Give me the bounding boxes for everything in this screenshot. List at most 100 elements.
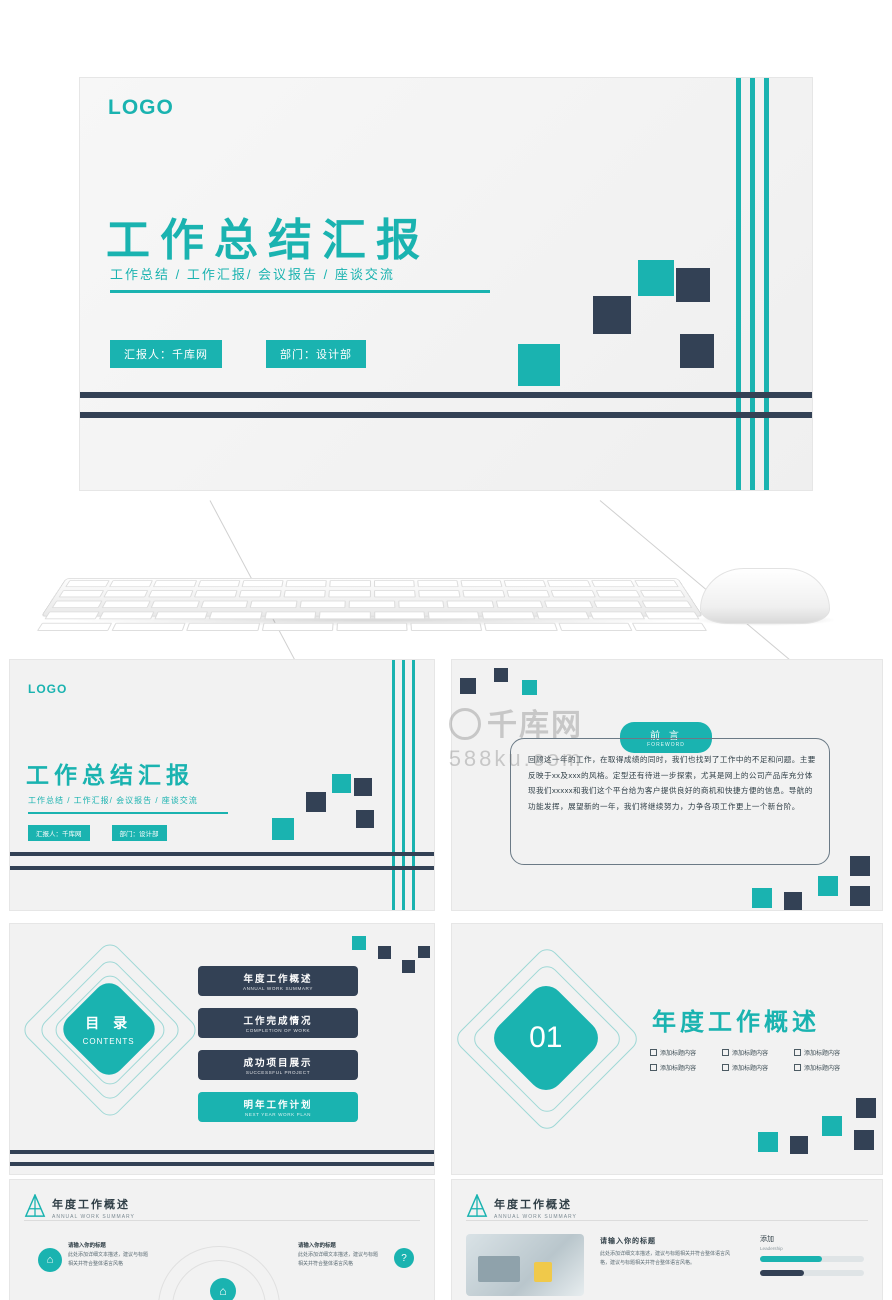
contents-item-2-en: COMPLETION OF WORK: [245, 1028, 311, 1033]
s1-horizontal-bar-2: [10, 866, 434, 870]
s4-square-teal-2: [758, 1132, 778, 1152]
s2-square-dark-2: [494, 668, 508, 682]
s5-right-title: 请输入你的标题: [298, 1243, 336, 1249]
poster-page: LOGO 工作总结汇报 工作总结 / 工作汇报/ 会议报告 / 座谈交流 汇报人…: [0, 0, 892, 1300]
section-number: 01: [529, 1021, 563, 1054]
s2-square-teal-2: [818, 876, 838, 896]
s2-square-dark-5: [784, 892, 802, 910]
hero-vertical-bar-3: [764, 78, 769, 490]
s6-bar-label: 添加: [760, 1236, 774, 1243]
contents-item-2[interactable]: 工作完成情况 COMPLETION OF WORK: [198, 1008, 358, 1038]
checkbox-icon: [794, 1049, 801, 1056]
s5-right-body: 此处添加详细文本描述，建议与标题相关并符合整体语言风格: [298, 1252, 379, 1267]
s6-progress-track: [760, 1256, 864, 1262]
s5-left-title: 请输入你的标题: [68, 1243, 106, 1249]
s6-photo-object: [534, 1262, 552, 1282]
slide-section-thumbnail: 01 年度工作概述 添加标题内容 添加标题内容 添加标题内容 添加标题内容 添加…: [452, 924, 882, 1174]
contents-item-3[interactable]: 成功项目展示 SUCCESSFUL PROJECT: [198, 1050, 358, 1080]
s5-header-cn: 年度工作概述: [52, 1199, 130, 1211]
slide-contents-thumbnail: 目 录 CONTENTS 年度工作概述 ANNUAL WORK SUMMARY …: [10, 924, 434, 1174]
hero-square-dark-1: [593, 296, 631, 334]
contents-item-4-en: NEXT YEAR WORK PLAN: [244, 1112, 312, 1117]
s4-square-dark-3: [790, 1136, 808, 1154]
contents-item-4[interactable]: 明年工作计划 NEXT YEAR WORK PLAN: [198, 1092, 358, 1122]
hero-department-tag: 部门：设计部: [266, 340, 366, 368]
section-check-3: 添加标题内容: [794, 1048, 860, 1057]
checkbox-icon: [794, 1064, 801, 1071]
s4-square-dark-1: [856, 1098, 876, 1118]
contents-item-1-en: ANNUAL WORK SUMMARY: [242, 986, 314, 991]
hero-divider: [110, 290, 490, 293]
s5-right-text: 请输入你的标题 此处添加详细文本描述，建议与标题相关并符合整体语言风格: [298, 1242, 382, 1268]
s3-horizontal-bar-2: [10, 1162, 434, 1166]
hero-tag-row: 汇报人：千库网 部门：设计部: [110, 340, 366, 368]
contents-title-cn: 目 录: [85, 1014, 133, 1031]
hero-presenter-tag: 汇报人：千库网: [110, 340, 222, 368]
hero-square-teal-1: [518, 344, 560, 386]
s4-square-teal-1: [822, 1116, 842, 1136]
s1-square-teal-2: [332, 774, 351, 793]
s2-square-dark-1: [460, 678, 476, 694]
contents-item-3-en: SUCCESSFUL PROJECT: [245, 1070, 311, 1075]
section-check-1: 添加标题内容: [650, 1048, 716, 1057]
s5-header-divider: [24, 1220, 420, 1221]
s1-vertical-bar-3: [412, 660, 415, 910]
s2-square-dark-3: [850, 856, 870, 876]
section-check-1-label: 添加标题内容: [660, 1051, 697, 1057]
s6-progress-fill-2: [760, 1270, 804, 1276]
hero-title: 工作总结汇报: [106, 216, 430, 265]
s4-square-dark-2: [854, 1130, 874, 1150]
checkbox-icon: [722, 1064, 729, 1071]
slide-overview-left-thumbnail: 年度工作概述 ANNUAL WORK SUMMARY ⌂ 请输入你的标题 此处添…: [10, 1180, 434, 1300]
section-check-4-label: 添加标题内容: [660, 1066, 697, 1072]
section-title: 年度工作概述: [652, 1009, 820, 1036]
s6-bar-sub: Leadership: [760, 1246, 783, 1251]
checkbox-icon: [650, 1049, 657, 1056]
s6-header-divider: [466, 1220, 868, 1221]
s1-subtitle: 工作总结 / 工作汇报/ 会议报告 / 座谈交流: [28, 796, 198, 805]
section-check-6-label: 添加标题内容: [804, 1066, 841, 1072]
s2-square-teal-1: [522, 680, 537, 695]
s1-square-dark-1: [306, 792, 326, 812]
s6-photo-laptop: [478, 1256, 520, 1282]
s1-divider: [28, 812, 228, 814]
section-check-2-label: 添加标题内容: [732, 1051, 769, 1057]
s6-body: 此处添加详细文本描述，建议与标题相关并符合整体语言风格，建议与标题相关并符合整体…: [600, 1251, 731, 1266]
contents-item-4-cn: 明年工作计划: [243, 1100, 313, 1111]
hero-subtitle: 工作总结 / 工作汇报/ 会议报告 / 座谈交流: [110, 267, 395, 282]
s5-left-body: 此处添加详细文本描述，建议与标题相关并符合整体语言风格: [68, 1252, 149, 1267]
s1-tag-row: 汇报人：千库网 部门：设计部: [28, 825, 167, 841]
contents-item-1[interactable]: 年度工作概述 ANNUAL WORK SUMMARY: [198, 966, 358, 996]
hero-logo: LOGO: [108, 96, 174, 119]
section-check-5: 添加标题内容: [722, 1063, 788, 1072]
preface-paragraph: 回顾这一年的工作，在取得成绩的同时，我们也找到了工作中的不足和问题。主要反映于x…: [528, 755, 816, 811]
s6-progress-fill: [760, 1256, 822, 1262]
hero-square-dark-3: [680, 334, 714, 368]
hero-square-teal-2: [638, 260, 674, 296]
checkbox-icon: [650, 1064, 657, 1071]
slide-title-thumbnail: LOGO 工作总结汇报 工作总结 / 工作汇报/ 会议报告 / 座谈交流 汇报人…: [10, 660, 434, 910]
mouse-image: [700, 568, 830, 624]
s6-progress-track-2: [760, 1270, 864, 1276]
s1-vertical-bar-1: [392, 660, 395, 910]
s3-horizontal-bar-1: [10, 1150, 434, 1154]
home-icon-left: ⌂: [38, 1248, 62, 1272]
s6-header: 年度工作概述 ANNUAL WORK SUMMARY: [494, 1196, 577, 1220]
hero-square-dark-2: [676, 268, 710, 302]
s6-title: 请输入你的标题: [600, 1238, 656, 1245]
s1-square-dark-2: [354, 778, 372, 796]
s5-left-text: 请输入你的标题 此处添加详细文本描述，建议与标题相关并符合整体语言风格: [68, 1242, 152, 1268]
s1-vertical-bar-2: [402, 660, 405, 910]
s6-header-cn: 年度工作概述: [494, 1199, 572, 1211]
question-icon-right: ?: [394, 1248, 414, 1268]
home-icon-center: ⌂: [210, 1278, 236, 1300]
s1-square-dark-3: [356, 810, 374, 828]
s1-title: 工作总结汇报: [26, 762, 194, 788]
slide-preface-thumbnail: 前 言 FOREWORD 回顾这一年的工作，在取得成绩的同时，我们也找到了工作中…: [452, 660, 882, 910]
s1-square-teal-1: [272, 818, 294, 840]
hero-horizontal-bar-1: [80, 392, 812, 398]
brand-mark-icon: [24, 1194, 46, 1217]
s1-department-tag: 部门：设计部: [111, 825, 167, 841]
keyboard-image: [36, 578, 708, 631]
contents-title-en: CONTENTS: [83, 1036, 135, 1046]
